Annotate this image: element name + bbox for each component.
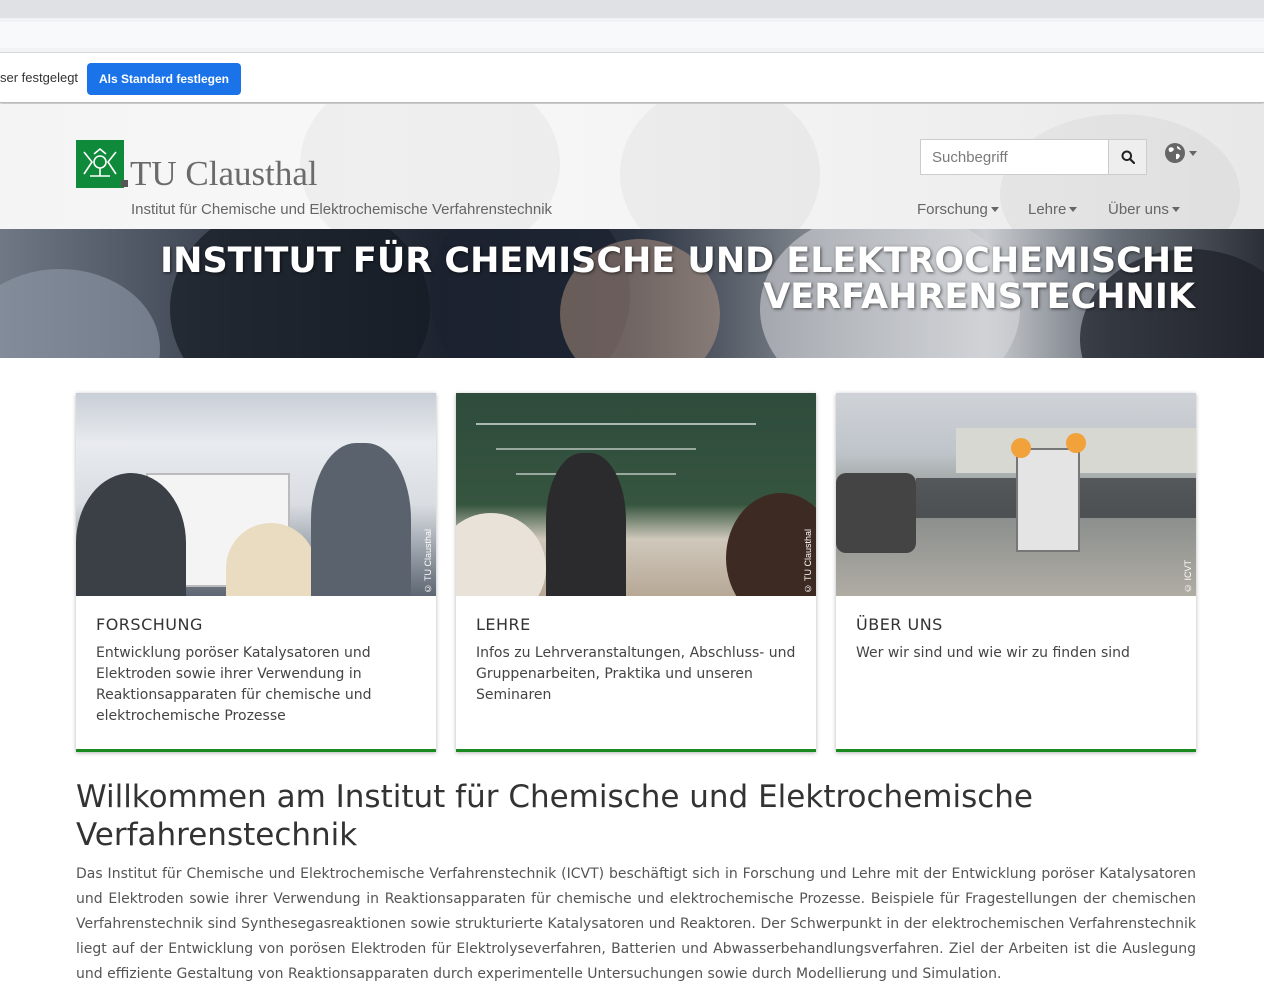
- person-figure: [311, 443, 411, 596]
- student-figure: [456, 513, 546, 596]
- card-title[interactable]: FORSCHUNG: [96, 615, 203, 634]
- infobar-message: ser festgelegt: [0, 70, 79, 85]
- nav-label: Über uns: [1108, 201, 1169, 218]
- image-credit: © TU Clausthal: [423, 528, 433, 593]
- logo-text[interactable]: TU Clausthal: [130, 154, 318, 194]
- header-bg-shape: [620, 104, 820, 229]
- logo-mark: [121, 180, 128, 187]
- cart: [1016, 448, 1080, 552]
- set-default-button[interactable]: Als Standard festlegen: [87, 63, 241, 95]
- nav-forschung[interactable]: Forschung: [917, 201, 999, 218]
- search-input[interactable]: [921, 140, 1107, 174]
- card-forschung[interactable]: © TU Clausthal FORSCHUNG Entwicklung por…: [76, 393, 436, 752]
- balloon: [1011, 438, 1031, 458]
- chalk-line: [476, 423, 756, 425]
- globe-icon: [1165, 143, 1185, 163]
- caret-icon: [990, 207, 999, 212]
- search-form: [920, 139, 1147, 175]
- search-icon: [1121, 150, 1135, 164]
- parked-cars: [836, 473, 916, 553]
- card-image-forschung: © TU Clausthal: [76, 393, 436, 596]
- card-lehre[interactable]: © TU Clausthal LEHRE Infos zu Lehrverans…: [456, 393, 816, 752]
- welcome-title: Willkommen am Institut für Chemische und…: [76, 779, 1033, 853]
- banner-title-line: INSTITUT FÜR CHEMISCHE UND ELEKTROCHEMIS…: [160, 241, 1195, 281]
- logo-icon[interactable]: [76, 140, 124, 188]
- nav-label: Lehre: [1028, 201, 1067, 218]
- search-button[interactable]: [1108, 140, 1146, 174]
- caret-icon: [1069, 207, 1078, 212]
- default-browser-infobar: ser festgelegt Als Standard festlegen: [0, 53, 1264, 103]
- card-text: Wer wir sind und wie wir zu finden sind: [856, 645, 1130, 661]
- browser-tabstrip: [0, 0, 1264, 18]
- browser-bookmarks-bar: [0, 22, 1264, 48]
- card-title[interactable]: ÜBER UNS: [856, 615, 943, 634]
- lecturer-figure: [546, 453, 626, 596]
- site-header: TU Clausthal Institut für Chemische und …: [0, 104, 1264, 229]
- caret-icon: [1189, 150, 1197, 156]
- card-image-lehre: © TU Clausthal: [456, 393, 816, 596]
- chalk-line: [496, 448, 696, 450]
- language-switcher[interactable]: [1164, 142, 1197, 164]
- hero-banner: INSTITUT FÜR CHEMISCHE UND ELEKTROCHEMIS…: [0, 229, 1264, 358]
- caret-icon: [1171, 207, 1180, 212]
- nav-label: Forschung: [917, 201, 988, 218]
- person-figure: [226, 523, 316, 596]
- nav-ueber-uns[interactable]: Über uns: [1108, 201, 1180, 218]
- banner-title: INSTITUT FÜR CHEMISCHE UND ELEKTROCHEMIS…: [160, 243, 1195, 315]
- card-title[interactable]: LEHRE: [476, 615, 531, 634]
- image-credit: © TU Clausthal: [803, 528, 813, 593]
- card-image-ueber-uns: © ICVT: [836, 393, 1196, 596]
- nav-lehre[interactable]: Lehre: [1028, 201, 1078, 218]
- image-credit: © ICVT: [1183, 559, 1193, 593]
- card-ueber-uns[interactable]: © ICVT ÜBER UNS Wer wir sind und wie wir…: [836, 393, 1196, 752]
- welcome-text: Das Institut für Chemische und Elektroch…: [76, 866, 1196, 982]
- banner-bg-shape: [0, 269, 160, 358]
- balloon: [1066, 433, 1086, 453]
- card-text: Entwicklung poröser Katalysatoren und El…: [96, 645, 372, 724]
- banner-title-line: VERFAHRENSTECHNIK: [763, 277, 1195, 317]
- browser-toolbar: [0, 18, 1264, 53]
- institute-subtitle[interactable]: Institut für Chemische und Elektrochemis…: [131, 201, 552, 218]
- card-text: Infos zu Lehrveranstaltungen, Abschluss-…: [476, 645, 796, 703]
